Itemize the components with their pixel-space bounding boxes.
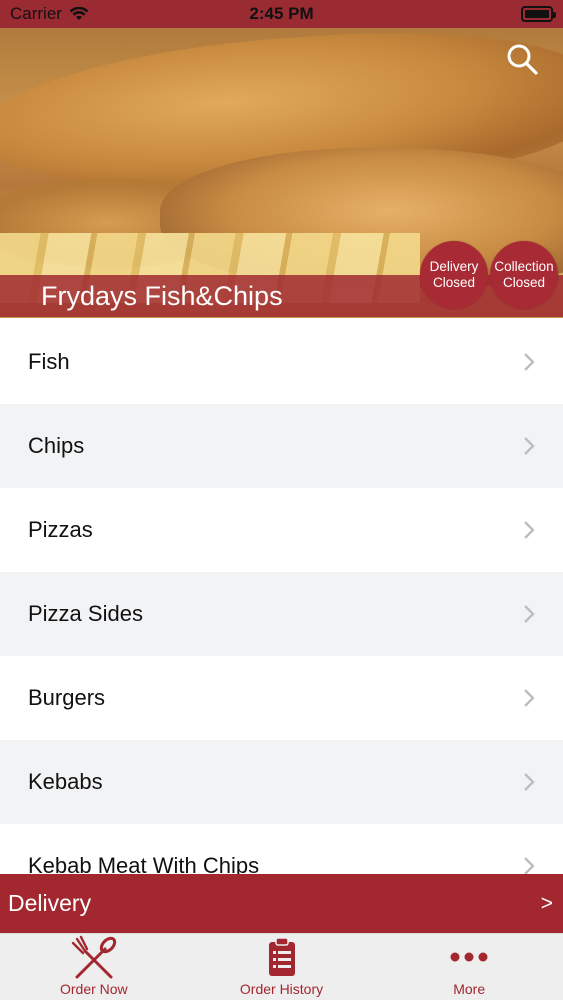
menu-item-label: Chips <box>28 433 85 458</box>
menu-item-chips[interactable]: Chips <box>0 404 563 488</box>
menu-item-label: Burgers <box>28 685 106 710</box>
status-left: Carrier <box>10 4 89 24</box>
menu-item-label: Pizza Sides <box>28 601 143 626</box>
fork-spoon-icon <box>71 935 117 979</box>
menu-category-list: Fish Chips Pizzas Pizza Sides Burgers Ke… <box>0 320 563 874</box>
menu-item-fish[interactable]: Fish <box>0 320 563 404</box>
tab-order-history-label: Order History <box>239 981 324 997</box>
chevron-right-icon <box>524 773 535 791</box>
tab-more[interactable]: More <box>375 934 563 1000</box>
delivery-status-badge: Delivery Closed <box>420 241 488 309</box>
collection-status-line2: Closed <box>502 275 546 290</box>
menu-item-label: Pizzas <box>28 517 93 542</box>
shop-title: Frydays Fish&Chips <box>41 281 283 311</box>
menu-item-label: Kebabs <box>28 769 103 794</box>
clipboard-list-icon <box>267 935 297 979</box>
tab-order-now[interactable]: Order Now <box>0 934 188 1000</box>
chevron-right-icon <box>524 689 535 707</box>
order-mode-label: Delivery <box>8 890 92 916</box>
more-dots-icon <box>449 935 489 979</box>
menu-item-burgers[interactable]: Burgers <box>0 656 563 740</box>
tab-bar: Order Now Order History More <box>0 933 563 1000</box>
order-mode-bar[interactable]: Delivery > <box>0 874 563 933</box>
delivery-status-line2: Closed <box>432 275 476 290</box>
menu-item-kebab-meat-with-chips[interactable]: Kebab Meat With Chips <box>0 824 563 874</box>
tab-more-label: More <box>453 981 486 997</box>
hero-banner: Frydays Fish&Chips Delivery Closed Colle… <box>0 28 563 318</box>
search-icon[interactable] <box>505 42 539 76</box>
chevron-right-icon <box>524 437 535 455</box>
status-bar: Carrier 2:45 PM <box>0 0 563 28</box>
menu-item-kebabs[interactable]: Kebabs <box>0 740 563 824</box>
order-mode-arrow: > <box>540 891 553 915</box>
tab-order-now-label: Order Now <box>59 981 128 997</box>
menu-item-pizzas[interactable]: Pizzas <box>0 488 563 572</box>
delivery-status-line1: Delivery <box>429 259 479 274</box>
battery-icon <box>521 6 556 22</box>
carrier-label: Carrier <box>10 4 62 23</box>
chevron-right-icon <box>524 605 535 623</box>
tab-order-history[interactable]: Order History <box>188 934 376 1000</box>
collection-status-badge: Collection Closed <box>490 241 558 309</box>
menu-item-label: Fish <box>28 349 70 374</box>
chevron-right-icon <box>524 521 535 539</box>
menu-item-pizza-sides[interactable]: Pizza Sides <box>0 572 563 656</box>
menu-item-label: Kebab Meat With Chips <box>28 853 260 874</box>
chevron-right-icon <box>524 353 535 371</box>
chevron-right-icon <box>524 857 535 874</box>
wifi-icon <box>69 7 89 20</box>
collection-status-line1: Collection <box>494 259 554 274</box>
